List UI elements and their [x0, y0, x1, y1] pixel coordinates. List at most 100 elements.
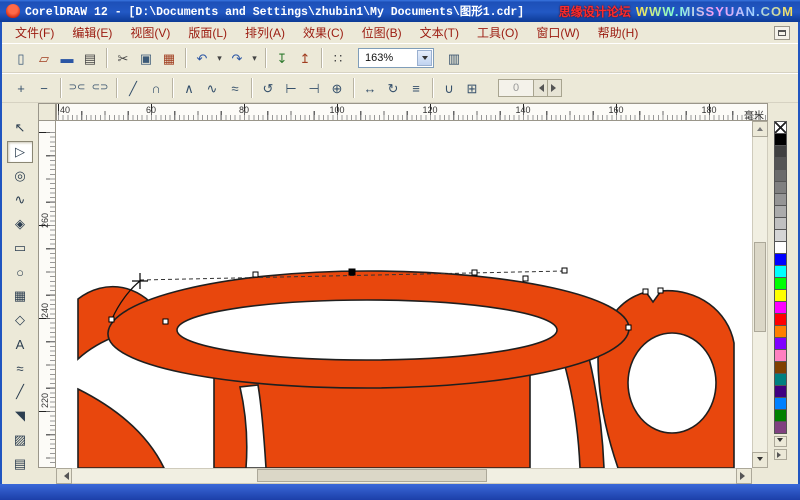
- text-tool[interactable]: A: [7, 333, 33, 355]
- import-button[interactable]: ↧: [271, 47, 293, 69]
- stretch-nodes-button[interactable]: ↔: [359, 77, 381, 99]
- eyedropper-icon: ╱: [16, 384, 24, 399]
- undo-dropdown[interactable]: ▾: [214, 47, 225, 69]
- outline-pen-tool[interactable]: ◥: [7, 405, 33, 427]
- toolbar-separator: [106, 48, 107, 68]
- graph-button[interactable]: ▥: [443, 47, 465, 69]
- interactive-fill-tool[interactable]: ▤: [7, 453, 33, 475]
- horizontal-scrollbar[interactable]: [56, 468, 752, 484]
- menu-edit[interactable]: 编辑(E): [63, 22, 121, 43]
- combo-dropdown-button[interactable]: [417, 50, 432, 66]
- new-button[interactable]: ▯: [10, 47, 32, 69]
- scroll-up-button[interactable]: [752, 121, 768, 137]
- menu-bitmaps[interactable]: 位图(B): [353, 22, 411, 43]
- rotate-nodes-button[interactable]: ↻: [382, 77, 404, 99]
- palette-expand-button[interactable]: [773, 449, 787, 460]
- vase-left-handle-bottom[interactable]: [77, 387, 165, 468]
- curve-node[interactable]: [522, 275, 529, 282]
- shape-tool[interactable]: ▷: [7, 141, 33, 163]
- break-curve-button[interactable]: ⊂⊃: [89, 77, 111, 99]
- menu-layout[interactable]: 版面(L): [179, 22, 236, 43]
- join-nodes-button[interactable]: ⊃⊂: [66, 77, 88, 99]
- redo-dropdown[interactable]: ▾: [249, 47, 260, 69]
- cut-button[interactable]: ✂: [112, 47, 134, 69]
- basic-shapes-tool[interactable]: ◇: [7, 309, 33, 331]
- print-button[interactable]: ▤: [79, 47, 101, 69]
- align-nodes-button[interactable]: ≡: [405, 77, 427, 99]
- ruler-origin[interactable]: [38, 103, 56, 121]
- redo-button[interactable]: ↷: [226, 47, 248, 69]
- menu-tools[interactable]: 工具(O): [468, 22, 527, 43]
- toolbar-separator: [251, 78, 252, 98]
- copy-button[interactable]: ▣: [135, 47, 157, 69]
- rectangle-tool[interactable]: ▭: [7, 237, 33, 259]
- palette-scroll-down-button[interactable]: [773, 436, 787, 447]
- menu-arrange[interactable]: 排列(A): [236, 22, 294, 43]
- undo-button[interactable]: ↶: [191, 47, 213, 69]
- cusp-node-button[interactable]: ∧: [178, 77, 200, 99]
- curve-smoothness-spinner[interactable]: 0: [498, 79, 562, 97]
- add-node-button[interactable]: +: [10, 77, 32, 99]
- selected-curve-node[interactable]: [348, 268, 356, 276]
- zoom-level-value: 163%: [365, 52, 394, 64]
- drawing-canvas[interactable]: [56, 121, 752, 468]
- vertical-scroll-thumb[interactable]: [754, 242, 766, 332]
- spinner-increase-button[interactable]: [548, 79, 562, 97]
- convert-to-line-button[interactable]: ╱: [122, 77, 144, 99]
- menu-help[interactable]: 帮助(H): [589, 22, 648, 43]
- ellipse-tool[interactable]: ○: [7, 261, 33, 283]
- smart-drawing-icon: ◈: [15, 216, 25, 231]
- document-window-button[interactable]: [774, 25, 790, 40]
- pick-tool[interactable]: ↖: [7, 117, 33, 139]
- elastic-mode-button[interactable]: ∪: [438, 77, 460, 99]
- horizontal-scroll-thumb[interactable]: [257, 469, 487, 482]
- open-button[interactable]: ▱: [33, 47, 55, 69]
- magnifier-icon: ◎: [14, 168, 26, 183]
- curve-node[interactable]: [657, 287, 664, 294]
- horizontal-ruler[interactable]: 40 60 80 100 120 140 160 180 毫米: [56, 103, 768, 122]
- scroll-right-button[interactable]: [736, 468, 752, 484]
- smooth-node-button[interactable]: ∿: [201, 77, 223, 99]
- coreldraw-app-icon: [6, 4, 20, 18]
- paste-button[interactable]: ▦: [158, 47, 180, 69]
- smart-drawing-tool[interactable]: ◈: [7, 213, 33, 235]
- application-launcher-button[interactable]: ∷: [327, 47, 349, 69]
- scroll-left-button[interactable]: [56, 468, 72, 484]
- menu-view[interactable]: 视图(V): [121, 22, 179, 43]
- curve-node[interactable]: [561, 267, 568, 274]
- extract-subpath-button[interactable]: ⊣: [303, 77, 325, 99]
- vertical-scrollbar[interactable]: [752, 121, 768, 468]
- curve-node[interactable]: [625, 324, 632, 331]
- spinner-decrease-button[interactable]: [534, 79, 548, 97]
- convert-to-curve-button[interactable]: ∩: [145, 77, 167, 99]
- menu-window[interactable]: 窗口(W): [527, 22, 588, 43]
- symmetrical-node-button[interactable]: ≈: [224, 77, 246, 99]
- vertical-ruler[interactable]: 260 240 220: [38, 121, 56, 468]
- freehand-tool[interactable]: ∿: [7, 189, 33, 211]
- zoom-level-combo[interactable]: 163%: [358, 48, 434, 68]
- graph-paper-tool[interactable]: ▦: [7, 285, 33, 307]
- zoom-tool[interactable]: ◎: [7, 165, 33, 187]
- color-palette: [769, 121, 791, 468]
- reverse-direction-button[interactable]: ↺: [257, 77, 279, 99]
- palette-swatch[interactable]: [773, 421, 787, 434]
- scroll-down-button[interactable]: [752, 452, 768, 468]
- curve-node[interactable]: [471, 269, 478, 276]
- menu-file[interactable]: 文件(F): [6, 22, 63, 43]
- export-button[interactable]: ↥: [294, 47, 316, 69]
- graph-paper-icon: ▦: [13, 288, 27, 303]
- select-all-nodes-button[interactable]: ⊞: [461, 77, 483, 99]
- curve-node[interactable]: [642, 288, 649, 295]
- fill-tool[interactable]: ▨: [7, 429, 33, 451]
- menu-effects[interactable]: 效果(C): [294, 22, 353, 43]
- auto-close-curve-button[interactable]: ⊕: [326, 77, 348, 99]
- extend-curve-button[interactable]: ⊢: [280, 77, 302, 99]
- curve-node[interactable]: [108, 316, 115, 323]
- delete-node-button[interactable]: −: [33, 77, 55, 99]
- curve-node[interactable]: [162, 318, 169, 325]
- menu-text[interactable]: 文本(T): [411, 22, 468, 43]
- eyedropper-tool[interactable]: ╱: [7, 381, 33, 403]
- interactive-blend-tool[interactable]: ≈: [7, 357, 33, 379]
- curve-node[interactable]: [252, 271, 259, 278]
- save-button[interactable]: ▬: [56, 47, 78, 69]
